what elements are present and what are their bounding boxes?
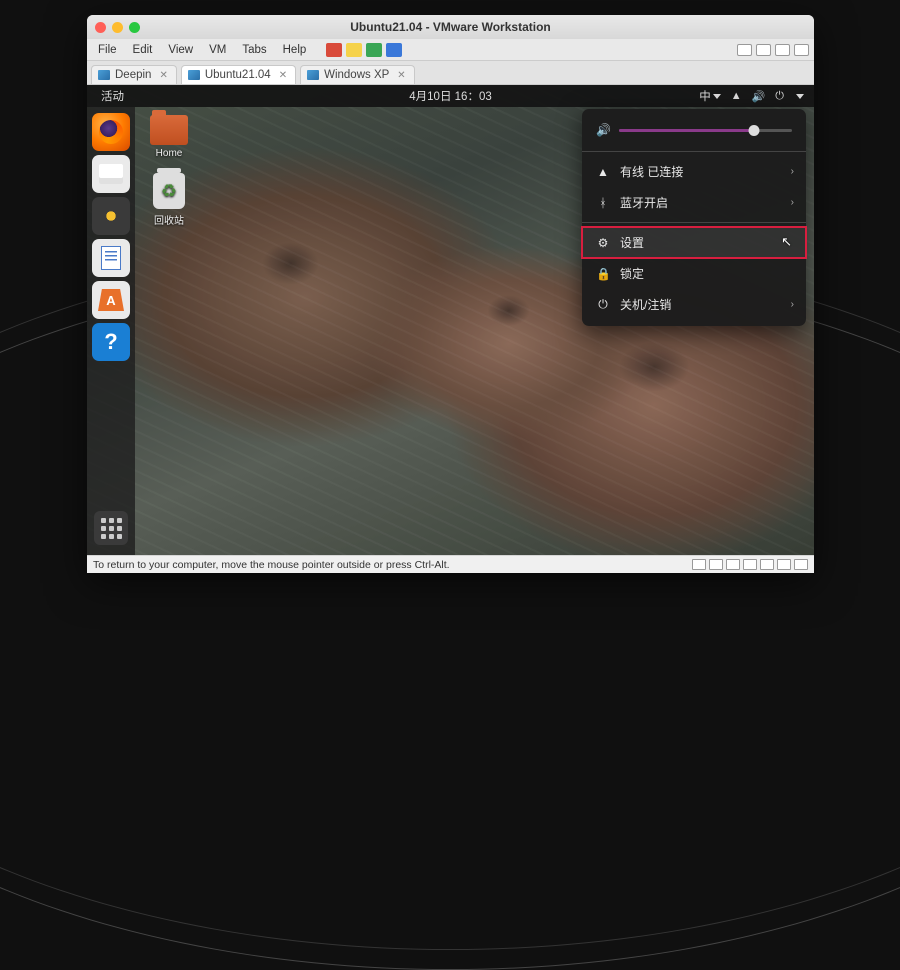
maximize-icon[interactable] bbox=[129, 22, 140, 33]
menu-label: 有线 已连接 bbox=[620, 163, 683, 180]
device-display-icon[interactable] bbox=[794, 559, 808, 570]
vm-tab-icon bbox=[98, 70, 110, 80]
ubuntu-dock: ? bbox=[87, 107, 135, 555]
folder-icon bbox=[150, 115, 188, 145]
menu-help[interactable]: Help bbox=[276, 41, 314, 59]
icon-label: Home bbox=[156, 148, 183, 159]
menu-item-bluetooth[interactable]: ᚼ 蓝牙开启 › bbox=[582, 187, 806, 218]
clock[interactable]: 4月10日 16：03 bbox=[409, 88, 491, 104]
menu-label: 蓝牙开启 bbox=[620, 194, 668, 211]
gear-icon: ⚙ bbox=[596, 236, 610, 250]
firefox-icon[interactable] bbox=[92, 113, 130, 151]
vm-tab-icon bbox=[307, 70, 319, 80]
system-menu-popover: 🔊 ▲ 有线 已连接 › ᚼ 蓝牙开启 › ⚙ 设置 ↖ bbox=[582, 109, 806, 326]
menu-label: 设置 bbox=[620, 234, 644, 251]
home-folder-icon[interactable]: Home bbox=[141, 115, 197, 159]
device-net-icon[interactable] bbox=[726, 559, 740, 570]
network-icon: ▲ bbox=[596, 165, 610, 179]
tab-label: Deepin bbox=[115, 69, 151, 81]
menu-label: 锁定 bbox=[620, 265, 644, 282]
chevron-down-icon bbox=[713, 94, 721, 99]
show-apps-button[interactable] bbox=[94, 511, 128, 545]
menu-bar: File Edit View VM Tabs Help bbox=[87, 39, 814, 61]
device-printer-icon[interactable] bbox=[777, 559, 791, 570]
document-icon[interactable] bbox=[92, 239, 130, 277]
vm-tab-icon bbox=[188, 70, 200, 80]
window-controls bbox=[95, 22, 140, 33]
toolbar-snapshot-icon[interactable] bbox=[386, 43, 402, 57]
activities-button[interactable]: 活动 bbox=[91, 88, 134, 104]
toolbar-fullscreen-icon[interactable] bbox=[737, 44, 752, 56]
help-icon[interactable]: ? bbox=[92, 323, 130, 361]
trash-icon[interactable]: ♻ 回收站 bbox=[141, 173, 197, 227]
close-icon[interactable] bbox=[95, 22, 106, 33]
recycle-icon: ♻ bbox=[153, 173, 185, 209]
gnome-top-bar: 活动 4月10日 16：03 中 ▲ 🔊 ⏻ bbox=[87, 85, 814, 107]
toolbar-play-icon[interactable] bbox=[366, 43, 382, 57]
device-cd-icon[interactable] bbox=[709, 559, 723, 570]
bluetooth-icon: ᚼ bbox=[596, 196, 610, 210]
ime-indicator[interactable]: 中 bbox=[699, 88, 721, 104]
chevron-right-icon: › bbox=[791, 299, 794, 310]
tab-deepin[interactable]: Deepin ✕ bbox=[91, 65, 177, 84]
separator bbox=[582, 222, 806, 223]
titlebar[interactable]: Ubuntu21.04 - VMware Workstation bbox=[87, 15, 814, 39]
lock-icon: 🔒 bbox=[596, 267, 610, 281]
menu-edit[interactable]: Edit bbox=[126, 41, 160, 59]
files-icon[interactable] bbox=[92, 155, 130, 193]
menu-item-settings[interactable]: ⚙ 设置 ↖ bbox=[582, 227, 806, 258]
menu-item-lock[interactable]: 🔒 锁定 bbox=[582, 258, 806, 289]
device-disk-icon[interactable] bbox=[692, 559, 706, 570]
icon-label: 回收站 bbox=[154, 216, 184, 227]
vmware-status-bar: To return to your computer, move the mou… bbox=[87, 555, 814, 573]
slider-thumb-icon[interactable] bbox=[748, 125, 759, 136]
tab-ubuntu[interactable]: Ubuntu21.04 ✕ bbox=[181, 65, 296, 84]
tab-label: Ubuntu21.04 bbox=[205, 69, 271, 81]
tab-windowsxp[interactable]: Windows XP ✕ bbox=[300, 65, 415, 84]
software-store-icon[interactable] bbox=[92, 281, 130, 319]
volume-icon[interactable]: 🔊 bbox=[752, 90, 766, 103]
cursor-icon: ↖ bbox=[781, 234, 792, 250]
menu-item-power[interactable]: ⏻ 关机/注销 › bbox=[582, 289, 806, 320]
window-title: Ubuntu21.04 - VMware Workstation bbox=[350, 20, 550, 34]
music-icon[interactable] bbox=[92, 197, 130, 235]
toolbar-unity-icon[interactable] bbox=[756, 44, 771, 56]
device-usb-icon[interactable] bbox=[743, 559, 757, 570]
desktop-icons-area: Home ♻ 回收站 bbox=[141, 115, 197, 227]
power-icon: ⏻ bbox=[596, 297, 610, 312]
menu-item-wired[interactable]: ▲ 有线 已连接 › bbox=[582, 156, 806, 187]
volume-icon: 🔊 bbox=[596, 123, 611, 137]
menu-tabs[interactable]: Tabs bbox=[235, 41, 273, 59]
toolbar-view-icon[interactable] bbox=[794, 44, 809, 56]
menu-view[interactable]: View bbox=[161, 41, 200, 59]
vmware-window: Ubuntu21.04 - VMware Workstation File Ed… bbox=[87, 15, 814, 573]
close-icon[interactable]: ✕ bbox=[279, 70, 287, 81]
chevron-right-icon: › bbox=[791, 166, 794, 177]
volume-row: 🔊 bbox=[582, 119, 806, 147]
volume-slider[interactable] bbox=[619, 129, 792, 132]
guest-viewport[interactable]: 活动 4月10日 16：03 中 ▲ 🔊 ⏻ ? Home bbox=[87, 85, 814, 555]
menu-label: 关机/注销 bbox=[620, 296, 671, 313]
toolbar-power-icon[interactable] bbox=[326, 43, 342, 57]
network-icon[interactable]: ▲ bbox=[731, 90, 742, 102]
device-sound-icon[interactable] bbox=[760, 559, 774, 570]
menu-file[interactable]: File bbox=[91, 41, 124, 59]
power-icon[interactable]: ⏻ bbox=[775, 90, 784, 103]
chevron-down-icon[interactable] bbox=[796, 94, 804, 99]
toolbar-pause-icon[interactable] bbox=[346, 43, 362, 57]
vm-tab-bar: Deepin ✕ Ubuntu21.04 ✕ Windows XP ✕ bbox=[87, 61, 814, 85]
toolbar-thumbnail-icon[interactable] bbox=[775, 44, 790, 56]
close-icon[interactable]: ✕ bbox=[159, 70, 167, 81]
menu-vm[interactable]: VM bbox=[202, 41, 233, 59]
close-icon[interactable]: ✕ bbox=[397, 70, 405, 81]
chevron-right-icon: › bbox=[791, 197, 794, 208]
separator bbox=[582, 151, 806, 152]
minimize-icon[interactable] bbox=[112, 22, 123, 33]
status-hint: To return to your computer, move the mou… bbox=[93, 559, 450, 571]
tab-label: Windows XP bbox=[324, 69, 389, 81]
